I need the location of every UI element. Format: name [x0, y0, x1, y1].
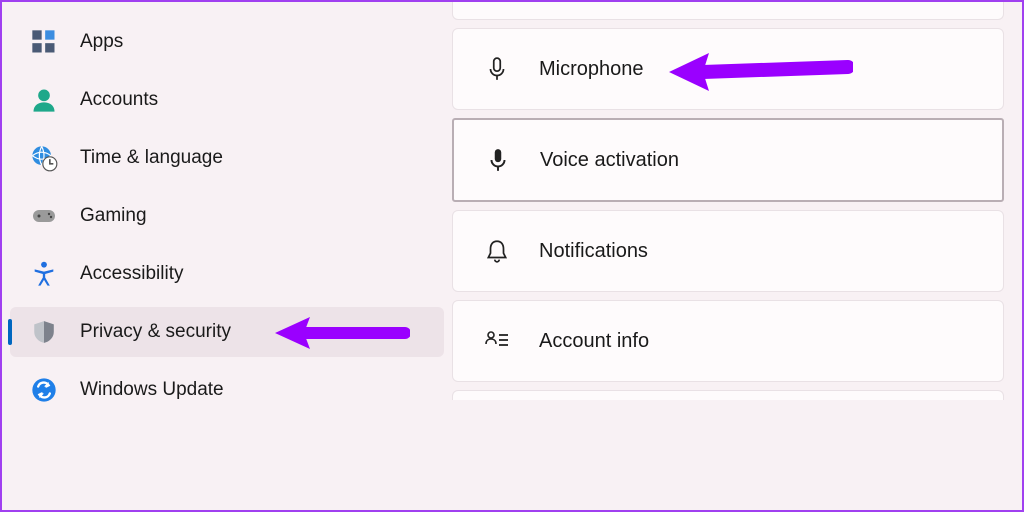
settings-card-account-info[interactable]: Account info	[452, 300, 1004, 382]
settings-card-microphone[interactable]: Microphone	[452, 28, 1004, 110]
accessibility-icon	[30, 260, 58, 288]
card-label: Voice activation	[540, 149, 679, 172]
settings-window: Apps Accounts Time & language	[2, 2, 1022, 510]
card-label: Notifications	[539, 240, 648, 263]
gamepad-icon	[30, 202, 58, 230]
apps-icon	[30, 28, 58, 56]
mic-filled-icon	[484, 146, 512, 174]
sidebar-item-label: Gaming	[80, 205, 147, 227]
mic-outline-icon	[483, 55, 511, 83]
sync-icon	[30, 376, 58, 404]
card-label: Microphone	[539, 58, 644, 81]
sidebar-item-label: Apps	[80, 31, 123, 53]
settings-card-voice-activation[interactable]: Voice activation	[452, 118, 1004, 202]
settings-card-partial-above[interactable]	[452, 2, 1004, 20]
sidebar-item-label: Accounts	[80, 89, 158, 111]
sidebar-item-privacy-security[interactable]: Privacy & security	[10, 307, 444, 357]
sidebar-item-apps[interactable]: Apps	[10, 17, 444, 67]
sidebar-item-gaming[interactable]: Gaming	[10, 191, 444, 241]
sidebar-item-label: Privacy & security	[80, 321, 231, 343]
globe-clock-icon	[30, 144, 58, 172]
annotation-arrow-microphone	[663, 49, 853, 95]
sidebar-item-windows-update[interactable]: Windows Update	[10, 365, 444, 415]
sidebar-item-accounts[interactable]: Accounts	[10, 75, 444, 125]
bell-icon	[483, 237, 511, 265]
sidebar-item-label: Windows Update	[80, 379, 224, 401]
sidebar-item-accessibility[interactable]: Accessibility	[10, 249, 444, 299]
shield-icon	[30, 318, 58, 346]
settings-card-notifications[interactable]: Notifications	[452, 210, 1004, 292]
sidebar-item-time-language[interactable]: Time & language	[10, 133, 444, 183]
main-content: Microphone Voice activation	[452, 2, 1022, 510]
settings-card-partial-below[interactable]	[452, 390, 1004, 400]
sidebar-item-label: Accessibility	[80, 263, 183, 285]
person-icon	[30, 86, 58, 114]
sidebar-item-label: Time & language	[80, 147, 223, 169]
annotation-arrow-sidebar	[270, 313, 410, 353]
account-list-icon	[483, 327, 511, 355]
sidebar: Apps Accounts Time & language	[2, 2, 452, 510]
card-label: Account info	[539, 330, 649, 353]
